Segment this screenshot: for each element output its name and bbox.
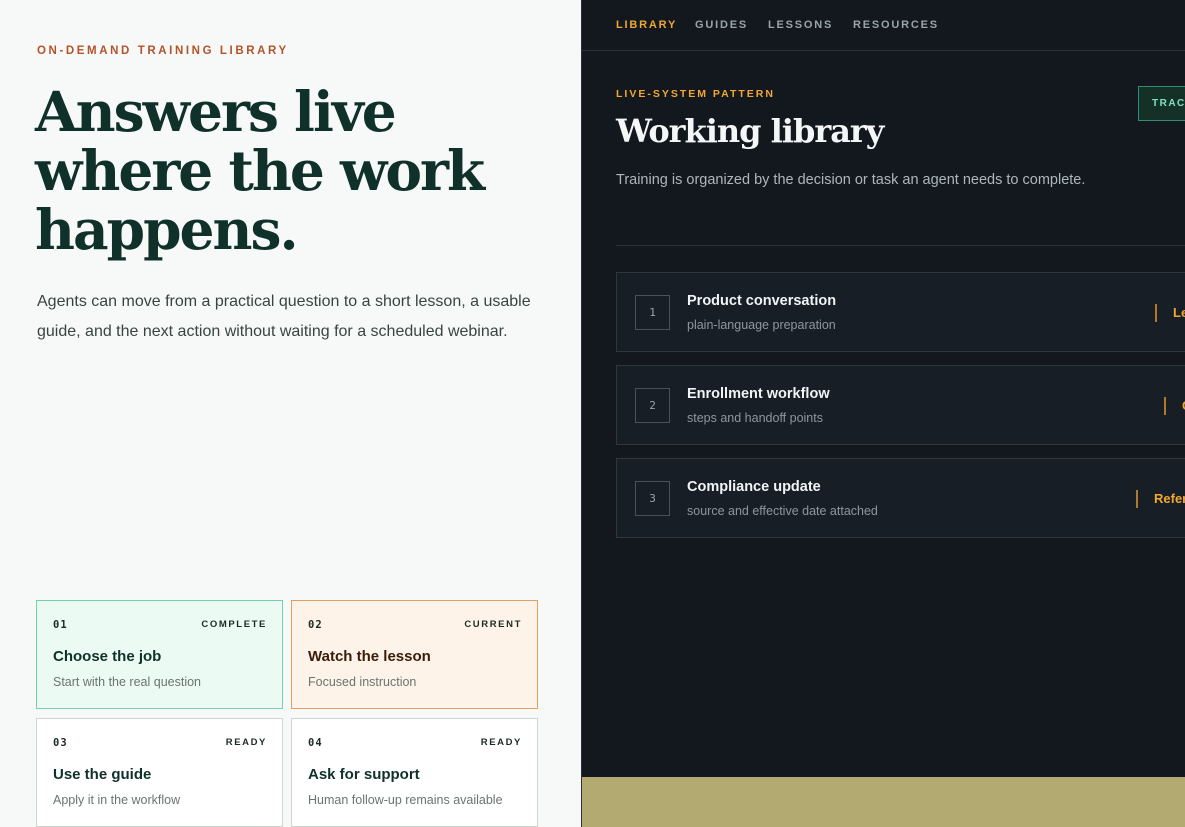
row-subtitle: source and effective date attached <box>687 504 878 518</box>
step-card-choose-job[interactable]: 01 COMPLETE Choose the job Start with th… <box>36 600 283 709</box>
step-subtitle: Start with the real question <box>53 675 201 689</box>
nav-item-library[interactable]: LIBRARY <box>616 19 677 31</box>
step-number: 02 <box>308 619 323 631</box>
library-row-product-conversation[interactable]: 1 Product conversation plain-language pr… <box>616 272 1185 352</box>
step-status: CURRENT <box>464 619 522 630</box>
step-title: Choose the job <box>53 648 162 665</box>
step-subtitle: Focused instruction <box>308 675 417 689</box>
row-number: 2 <box>635 388 670 423</box>
step-card-use-guide[interactable]: 03 READY Use the guide Apply it in the w… <box>36 718 283 827</box>
library-row-enrollment-workflow[interactable]: 2 Enrollment workflow steps and handoff … <box>616 365 1185 445</box>
row-title: Enrollment workflow <box>687 386 830 402</box>
step-card-ask-support[interactable]: 04 READY Ask for support Human follow-up… <box>291 718 538 827</box>
hero-eyebrow: ON-DEMAND TRAINING LIBRARY <box>37 45 289 57</box>
nav-item-resources[interactable]: RESOURCES <box>853 19 939 31</box>
steps-grid: 01 COMPLETE Choose the job Start with th… <box>36 600 538 827</box>
step-subtitle: Apply it in the workflow <box>53 793 181 807</box>
nav-item-lessons[interactable]: LESSONS <box>768 19 833 31</box>
step-status: READY <box>225 737 267 748</box>
hero-panel: ON-DEMAND TRAINING LIBRARY Answers live … <box>0 0 581 827</box>
step-title: Ask for support <box>308 766 420 783</box>
step-status: COMPLETE <box>201 619 267 630</box>
row-action-link[interactable]: Le <box>1155 304 1185 322</box>
panel-title: Working library <box>616 112 884 150</box>
step-title: Watch the lesson <box>308 648 431 665</box>
row-number: 1 <box>635 295 670 330</box>
step-title: Use the guide <box>53 766 152 783</box>
panel-description: Training is organized by the decision or… <box>616 172 1086 188</box>
library-panel: LIBRARY GUIDES LESSONS RESOURCES LIVE-SY… <box>581 0 1185 827</box>
row-action-link[interactable]: G <box>1164 397 1185 415</box>
step-card-watch-lesson[interactable]: 02 CURRENT Watch the lesson Focused inst… <box>291 600 538 709</box>
library-row-compliance-update[interactable]: 3 Compliance update source and effective… <box>616 458 1185 538</box>
divider <box>616 245 1185 246</box>
hero-lede: Agents can move from a practical questio… <box>37 293 531 340</box>
step-number: 04 <box>308 737 323 749</box>
step-subtitle: Human follow-up remains available <box>308 793 503 807</box>
row-title: Compliance update <box>687 479 821 495</box>
row-action-link[interactable]: Refer <box>1136 490 1185 508</box>
track-badge[interactable]: TRAC <box>1138 86 1185 121</box>
step-status: READY <box>480 737 522 748</box>
row-title: Product conversation <box>687 293 837 309</box>
hero-headline: Answers live where the work happens. <box>35 79 485 262</box>
footer-band <box>582 777 1185 827</box>
row-subtitle: plain-language preparation <box>687 318 836 332</box>
pattern-label: LIVE-SYSTEM PATTERN <box>616 88 775 100</box>
row-number: 3 <box>635 481 670 516</box>
nav-item-guides[interactable]: GUIDES <box>695 19 748 31</box>
row-subtitle: steps and handoff points <box>687 411 823 425</box>
top-nav: LIBRARY GUIDES LESSONS RESOURCES <box>582 0 1185 51</box>
step-number: 03 <box>53 737 68 749</box>
step-number: 01 <box>53 619 68 631</box>
